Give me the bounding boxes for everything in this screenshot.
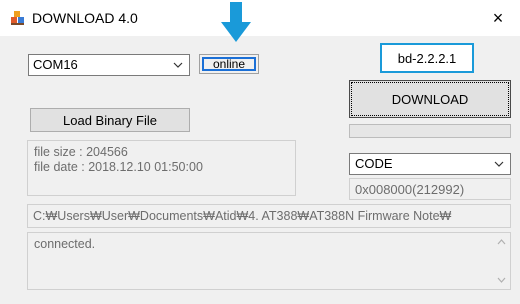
connection-status-label: online — [202, 57, 256, 71]
down-arrow-icon — [221, 2, 251, 42]
download-progress-bar — [349, 124, 511, 138]
firmware-version-label: bd-2.2.2.1 — [380, 43, 474, 73]
address-text: 0x008000(212992) — [355, 181, 465, 197]
scroll-up-icon[interactable] — [493, 235, 510, 249]
port-select-value: COM16 — [33, 57, 78, 72]
download-button[interactable]: DOWNLOAD — [349, 80, 511, 118]
log-scrollbar[interactable] — [493, 233, 510, 289]
port-select[interactable]: COM16 — [28, 54, 190, 76]
log-text: connected. — [34, 237, 96, 251]
window-title: DOWNLOAD 4.0 — [32, 10, 138, 26]
file-path-text: C:₩Users₩User₩Documents₩Atid₩4. AT388₩AT… — [33, 209, 452, 223]
chevron-down-icon[interactable] — [492, 154, 506, 174]
download-button-label: DOWNLOAD — [391, 91, 469, 107]
log-textarea[interactable]: connected. — [27, 232, 511, 290]
connection-status: online — [199, 54, 259, 74]
title-bar[interactable]: DOWNLOAD 4.0 × — [0, 0, 520, 36]
chevron-down-icon[interactable] — [171, 55, 185, 75]
close-button[interactable]: × — [476, 0, 520, 36]
file-size-text: file size : 204566 — [34, 145, 128, 159]
memory-type-value: CODE — [355, 156, 393, 171]
file-info-box: file size : 204566 file date : 2018.12.1… — [27, 140, 296, 196]
download-window: DOWNLOAD 4.0 × COM16 online bd-2.2.2.1 D… — [0, 0, 520, 304]
memory-type-select[interactable]: CODE — [349, 153, 511, 175]
app-logo-icon — [10, 10, 26, 26]
file-date-text: file date : 2018.12.10 01:50:00 — [34, 160, 203, 174]
load-binary-file-button[interactable]: Load Binary File — [30, 108, 190, 132]
close-icon: × — [492, 7, 504, 28]
scroll-down-icon[interactable] — [493, 273, 510, 287]
load-button-label: Load Binary File — [63, 112, 157, 128]
address-field: 0x008000(212992) — [349, 178, 511, 200]
file-path-field[interactable]: C:₩Users₩User₩Documents₩Atid₩4. AT388₩AT… — [27, 204, 511, 228]
